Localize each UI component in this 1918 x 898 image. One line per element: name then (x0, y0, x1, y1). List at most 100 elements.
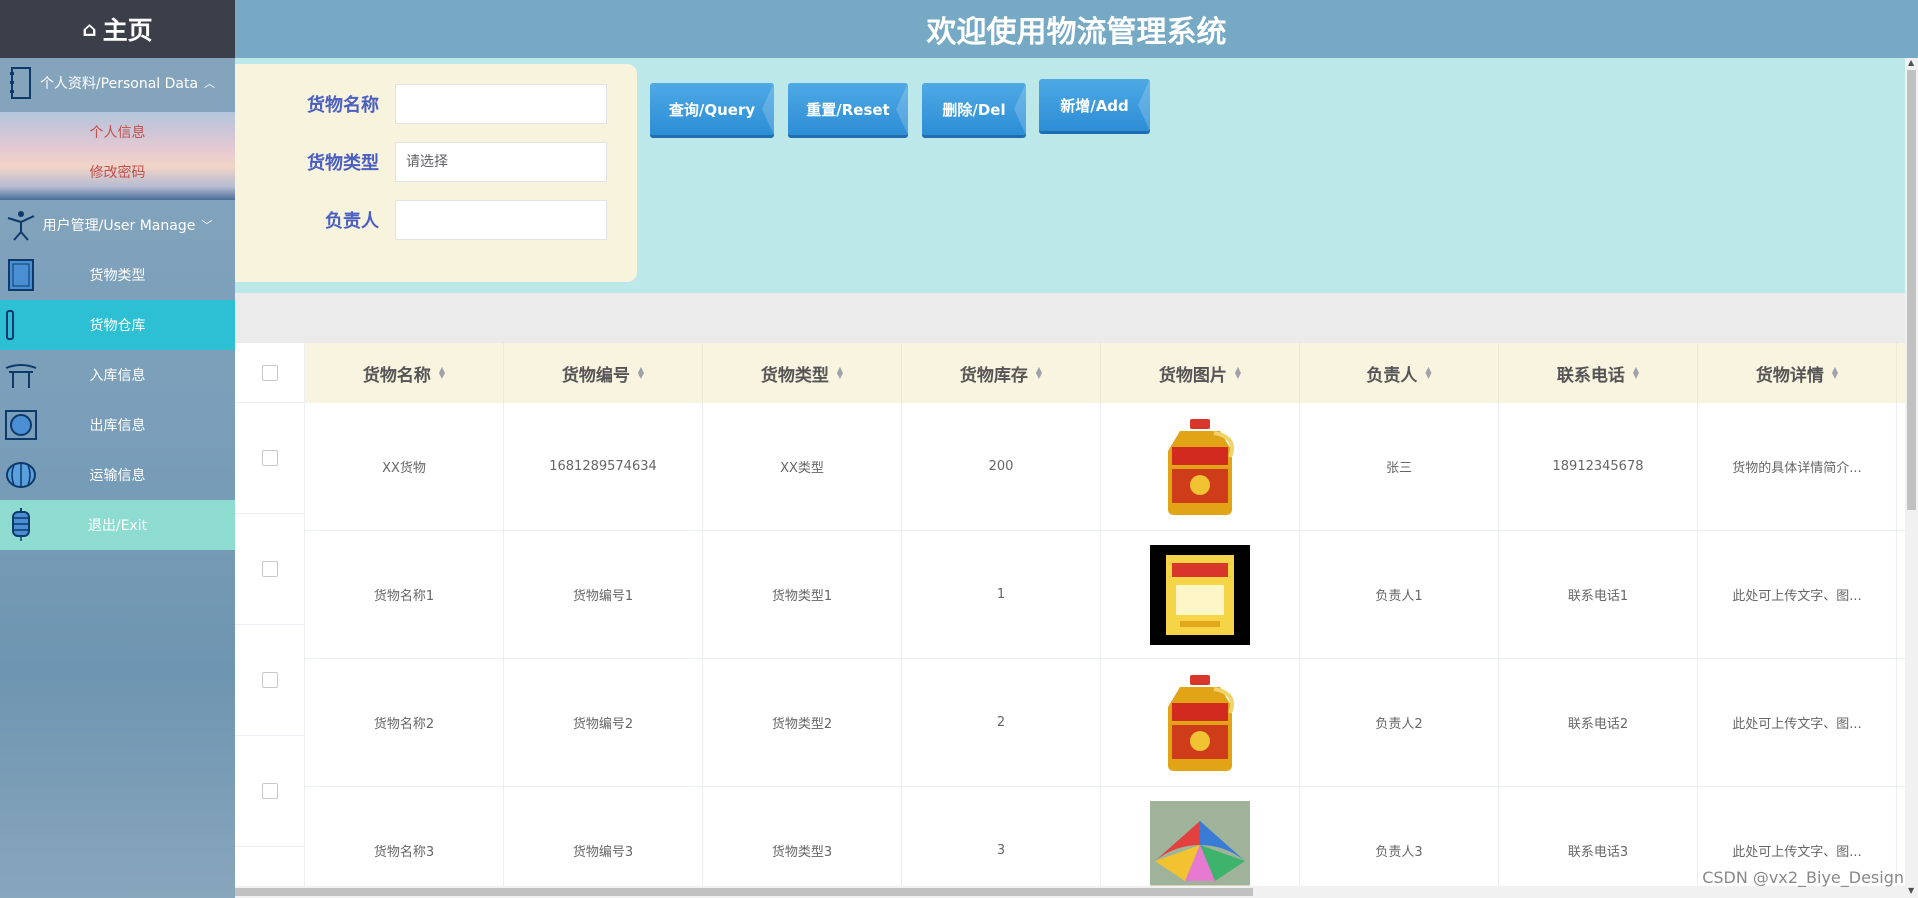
oil-bottle-image[interactable] (1150, 673, 1250, 773)
cell-image (1101, 531, 1300, 658)
chevron-down-icon: ﹀ (201, 219, 213, 232)
row-checkbox[interactable] (262, 783, 278, 799)
menu-group-user-manage-label: 用户管理/User Manage (42, 218, 196, 234)
column-header-phone[interactable]: 联系电话 ▲ ▼ (1499, 343, 1698, 403)
menu-item-inbound[interactable]: 入库信息 (0, 350, 235, 400)
selection-column (235, 343, 305, 886)
row-select-cell (235, 403, 305, 514)
cell-goods-name: 货物名称1 (305, 531, 504, 658)
submenu-item-personal-info[interactable]: 个人信息 (0, 112, 235, 152)
sidebar: ⌂ 主页 个人资料/Personal Data ︿ 个人信息 修改密码 用户管理… (0, 0, 235, 898)
scroll-up-icon[interactable]: ▲ (1908, 58, 1914, 67)
sort-icon: ▲ ▼ (1035, 365, 1043, 380)
cell-phone: 联系电话2 (1499, 659, 1698, 786)
menu-item-label: 出库信息 (89, 418, 146, 434)
cell-phone: 18912345678 (1499, 403, 1698, 530)
column-header-goods-name[interactable]: 货物名称 ▲ ▼ (305, 343, 504, 403)
horizontal-scrollbar[interactable] (235, 886, 1905, 898)
menu-item-exit[interactable]: 退出/Exit (0, 500, 235, 550)
hanging-lantern-icon (12, 508, 30, 541)
goods-name-input[interactable] (395, 84, 607, 124)
column-header-label: 货物图片 (1158, 365, 1227, 386)
manager-input[interactable] (395, 200, 607, 240)
manager-label: 负责人 (325, 211, 379, 232)
home-icon: ⌂ (82, 17, 97, 41)
chevron-up-icon: ︿ (204, 77, 216, 90)
row-checkbox[interactable] (262, 450, 278, 466)
watermark: CSDN @vx2_Biye_Design (1702, 868, 1904, 887)
add-button[interactable]: 新增/Add (1039, 79, 1150, 131)
cell-stock: 2 (902, 659, 1101, 786)
query-button[interactable]: 查询/Query (650, 83, 774, 135)
cell-manager: 张三 (1300, 403, 1499, 530)
menu-item-label: 入库信息 (89, 368, 146, 384)
row-checkbox[interactable] (262, 672, 278, 688)
table-row[interactable]: 货物名称2 货物编号2 货物类型2 2 负责人2 联系电话2 此处可上传文字、图… (305, 659, 1905, 787)
umbrella-image[interactable] (1150, 800, 1250, 887)
figure-icon (7, 211, 35, 241)
cell-image (1101, 787, 1300, 886)
menu-item-transport[interactable]: 运输信息 (0, 450, 235, 500)
scroll-down-icon[interactable]: ▼ (1908, 886, 1914, 895)
search-form: 货物名称 货物类型 负责人 (235, 64, 637, 282)
cell-goods-type: 货物类型1 (703, 531, 902, 658)
column-header-label: 货物类型 (760, 365, 829, 386)
column-header-goods-type[interactable]: 货物类型 ▲ ▼ (703, 343, 902, 403)
column-header-label: 货物库存 (959, 365, 1028, 386)
menu-item-goods-type[interactable]: 货物类型 (0, 250, 235, 300)
column-header-label: 货物编号 (561, 365, 630, 386)
cell-manager: 负责人1 (1300, 531, 1499, 658)
reset-button[interactable]: 重置/Reset (788, 83, 908, 135)
column-header-label: 货物详情 (1755, 365, 1824, 386)
vertical-scrollbar-thumb[interactable] (1907, 70, 1916, 510)
sort-icon: ▲ ▼ (836, 365, 844, 380)
goods-name-label: 货物名称 (307, 95, 379, 116)
menu-group-user-manage[interactable]: 用户管理/User Manage ﹀ (0, 200, 235, 250)
menu-item-goods-warehouse[interactable]: 货物仓库 (0, 300, 235, 350)
column-header-stock[interactable]: 货物库存 ▲ ▼ (902, 343, 1101, 403)
oil-bottle-image[interactable] (1150, 417, 1250, 517)
column-header-manager[interactable]: 负责人 ▲ ▼ (1300, 343, 1499, 403)
menu-group-personal-data[interactable]: 个人资料/Personal Data ︿ (0, 58, 235, 108)
goods-type-row: 货物类型 (235, 142, 637, 182)
menu-group-personal-label: 个人资料/Personal Data (39, 76, 199, 92)
select-all-cell (235, 343, 305, 403)
column-header-goods-number[interactable]: 货物编号 ▲ ▼ (504, 343, 703, 403)
row-checkbox[interactable] (262, 561, 278, 577)
column-header-image[interactable]: 货物图片 ▲ ▼ (1101, 343, 1300, 403)
search-area: 货物名称 货物类型 负责人 查询/Query 重置/Reset 删除/Del 新… (235, 58, 1905, 293)
sort-icon: ▲ ▼ (1425, 365, 1432, 380)
cell-manager: 负责人3 (1300, 787, 1499, 886)
menu-item-label: 运输信息 (89, 468, 146, 484)
goods-table: 货物名称 ▲ ▼ 货物编号 ▲ ▼ 货物类型 ▲ ▼ 货物库存 ▲ ▼ 货物图片 ▲ ▼ 负责人 ▲ ▼… (235, 343, 1905, 886)
menu-item-label: 货物仓库 (89, 318, 146, 334)
cell-goods-name: 货物名称2 (305, 659, 504, 786)
cell-details: 此处可上传文字、图... (1698, 659, 1897, 786)
cell-image (1101, 659, 1300, 786)
menu-item-outbound[interactable]: 出库信息 (0, 400, 235, 450)
goods-type-select[interactable] (395, 142, 607, 182)
sort-icon: ▲ ▼ (1632, 365, 1640, 380)
cell-goods-number: 货物编号3 (504, 787, 703, 886)
home-link[interactable]: ⌂ 主页 (0, 0, 235, 58)
rice-bag-image[interactable] (1150, 544, 1250, 645)
cell-phone: 联系电话3 (1499, 787, 1698, 886)
cell-stock: 1 (902, 531, 1101, 658)
submenu-item-change-password[interactable]: 修改密码 (0, 152, 235, 192)
menu-item-label: 退出/Exit (87, 518, 148, 534)
horizontal-scrollbar-thumb[interactable] (235, 888, 1253, 896)
delete-button[interactable]: 删除/Del (922, 83, 1026, 135)
vertical-scrollbar[interactable]: ▲ ▼ (1905, 58, 1918, 898)
table-row[interactable]: 货物名称3 货物编号3 货物类型3 3 负责人3 联系电话3 此处可上传文字、图… (305, 787, 1905, 886)
row-select-cell (235, 514, 305, 625)
table-row[interactable]: XX货物 1681289574634 XX类型 200 张三 189123456… (305, 403, 1905, 531)
select-all-checkbox[interactable] (262, 364, 278, 381)
column-header-details[interactable]: 货物详情 ▲ ▼ (1698, 343, 1897, 403)
cell-goods-number: 货物编号1 (504, 531, 703, 658)
bookmark-icon (6, 310, 14, 340)
page-title: 欢迎使用物流管理系统 (235, 0, 1918, 58)
row-select-cell (235, 625, 305, 736)
cell-image (1101, 403, 1300, 530)
sort-icon: ▲ ▼ (637, 365, 645, 380)
table-row[interactable]: 货物名称1 货物编号1 货物类型1 1 负责人1 联系电话1 此处可上传文字、图… (305, 531, 1905, 659)
